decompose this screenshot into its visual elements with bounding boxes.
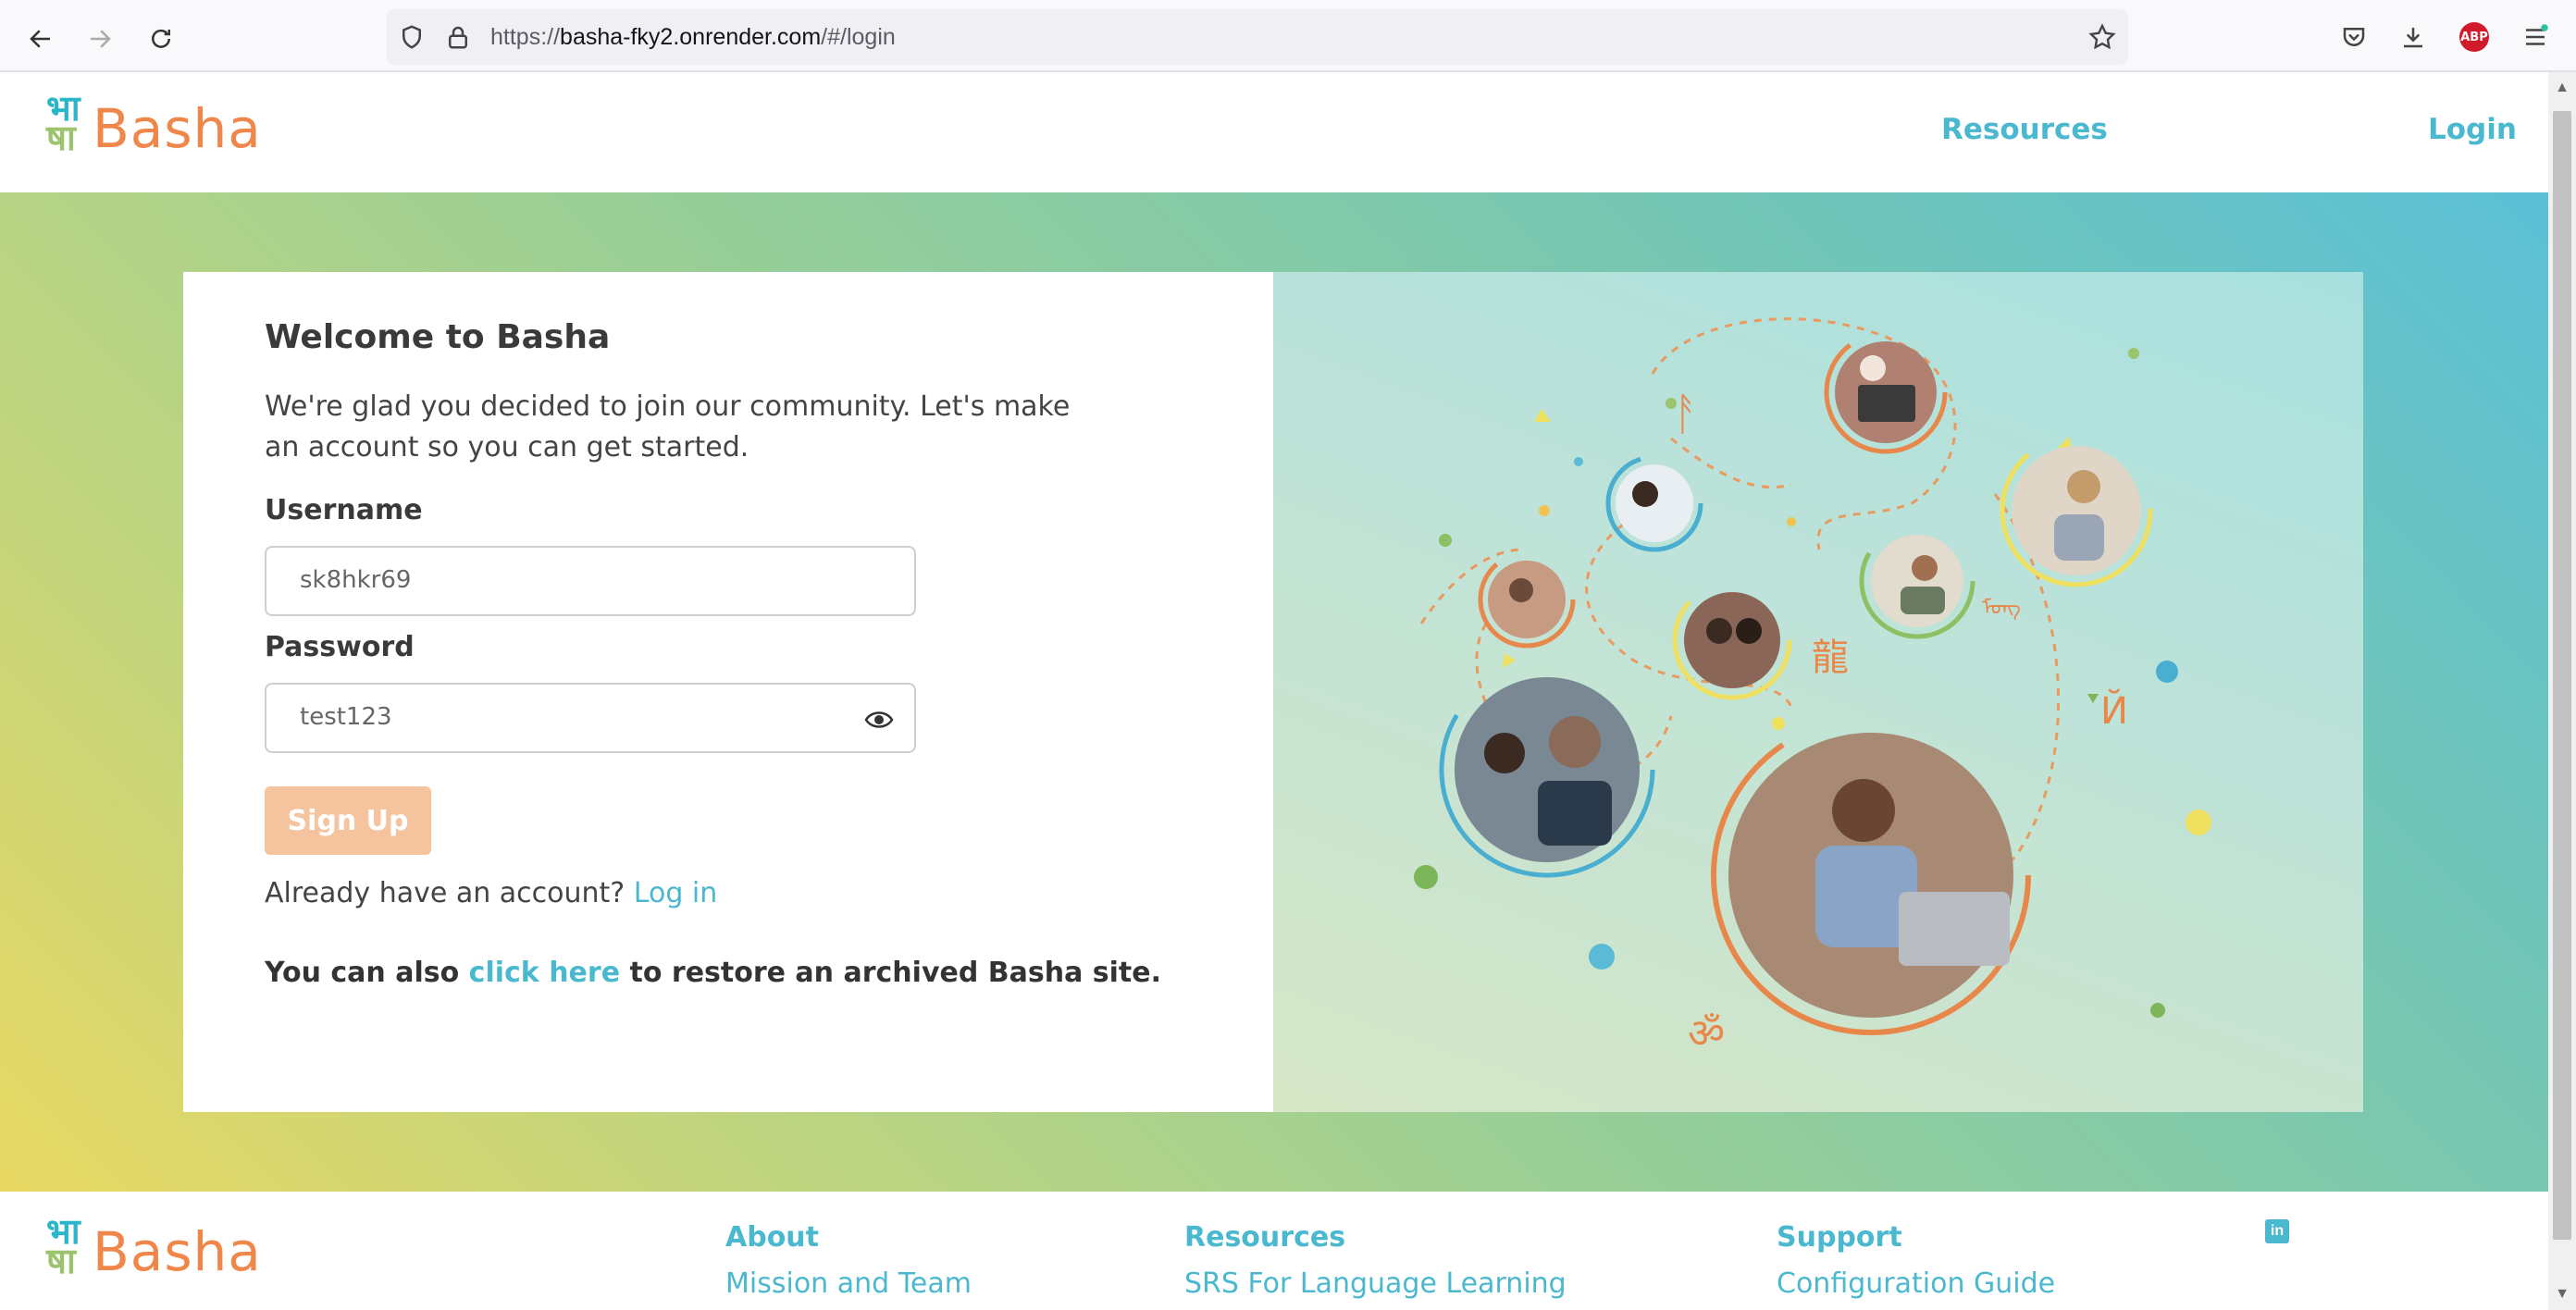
community-illustration: ᚨ 龍 Й ॐ ᠮᠣᠩ — [1414, 317, 2211, 1057]
signup-form-panel: Welcome to Basha We're glad you decided … — [183, 272, 1273, 1112]
photo-circle-top-center — [1824, 330, 1948, 454]
menu-button[interactable] — [2519, 20, 2552, 54]
footer-basha-logo[interactable]: भा षा Basha — [46, 1214, 262, 1279]
footer-support-heading: Support — [1777, 1221, 1902, 1254]
download-icon — [2404, 28, 2422, 48]
page-scrollbar[interactable]: ▲ ▼ — [2548, 72, 2576, 1310]
decor-dot — [1539, 505, 1550, 516]
photo-circle-large-left — [1439, 661, 1655, 878]
url-text[interactable]: https://basha-fky2.onrender.com/#/login — [490, 24, 896, 51]
runic-glyph: ᚨ — [1673, 389, 1700, 440]
back-button[interactable] — [20, 19, 61, 59]
pocket-button[interactable] — [2337, 20, 2371, 54]
photo-circle-top-right — [2000, 434, 2153, 587]
site-footer: भा षा Basha About Mission and Team Resou… — [0, 1192, 2548, 1310]
cyrillic-glyph: Й — [2100, 688, 2128, 733]
chinese-glyph: 龍 — [1812, 636, 1849, 679]
username-label: Username — [265, 494, 423, 526]
basha-logo[interactable]: भा षा Basha — [46, 91, 262, 155]
back-arrow-icon — [30, 30, 50, 48]
nav-login-link[interactable]: Login — [2428, 113, 2517, 146]
footer-mission-link[interactable]: Mission and Team — [725, 1267, 972, 1300]
username-input[interactable] — [300, 566, 818, 594]
nav-resources-link[interactable]: Resources — [1941, 113, 2108, 146]
archive-restore-text: You can also click here to restore an ar… — [265, 957, 1161, 989]
welcome-title: Welcome to Basha — [265, 318, 611, 356]
adblock-icon: ABP — [2459, 22, 2489, 52]
footer-srs-link[interactable]: SRS For Language Learning — [1184, 1267, 1567, 1300]
reload-button[interactable] — [141, 19, 181, 59]
footer-config-guide-link[interactable]: Configuration Guide — [1777, 1267, 2055, 1300]
pocket-icon — [2343, 28, 2365, 46]
site-header: भा षा Basha Resources Login — [0, 72, 2548, 192]
logo-text: Basha — [93, 97, 262, 160]
scroll-down-icon[interactable]: ▼ — [2554, 1286, 2570, 1303]
footer-resources-heading: Resources — [1184, 1221, 1346, 1254]
restore-archive-link[interactable]: click here — [469, 957, 620, 989]
intro-text: We're glad you decided to join our commu… — [265, 390, 1071, 463]
photo-circle-small-left — [1478, 550, 1576, 649]
scrollbar-thumb[interactable] — [2553, 111, 2571, 1240]
password-field[interactable] — [265, 683, 916, 753]
illustration-panel: ᚨ 龍 Й ॐ ᠮᠣᠩ — [1273, 272, 2363, 1112]
forward-button[interactable] — [80, 19, 120, 59]
om-glyph: ॐ — [1688, 1010, 1725, 1057]
password-label: Password — [265, 631, 415, 663]
lock-icon[interactable] — [444, 23, 472, 51]
login-link[interactable]: Log in — [634, 877, 717, 909]
adblock-button[interactable]: ABP — [2458, 20, 2491, 54]
signup-card: Welcome to Basha We're glad you decided … — [183, 272, 2363, 1112]
reload-icon — [152, 29, 170, 48]
shield-icon[interactable] — [398, 23, 426, 51]
photo-circle-large-center — [1711, 715, 2031, 1035]
username-field[interactable] — [265, 546, 916, 616]
footer-logo-text: Basha — [93, 1220, 262, 1283]
bookmark-star-icon[interactable] — [2087, 22, 2117, 52]
address-bar[interactable]: https://basha-fky2.onrender.com/#/login — [387, 9, 2128, 65]
footer-logo-glyph: भा षा — [46, 1211, 80, 1281]
already-account-text: Already have an account? Log in — [265, 877, 718, 909]
linkedin-icon[interactable]: in — [2265, 1219, 2289, 1243]
downloads-button[interactable] — [2396, 20, 2430, 54]
footer-about-heading: About — [725, 1221, 820, 1254]
password-input[interactable] — [300, 703, 818, 731]
forward-arrow-icon — [91, 30, 111, 48]
hamburger-menu-icon — [2526, 24, 2548, 45]
signup-button[interactable]: Sign Up — [265, 786, 431, 855]
scroll-up-icon[interactable]: ▲ — [2554, 80, 2570, 96]
browser-toolbar: https://basha-fky2.onrender.com/#/login … — [0, 0, 2576, 72]
photo-circle-right-middle — [1859, 523, 1975, 639]
logo-glyph: भा षा — [46, 88, 80, 158]
photo-circle-top-left — [1605, 454, 1703, 552]
photo-circle-middle — [1672, 580, 1792, 700]
mongolian-glyph: ᠮᠣᠩ — [1982, 597, 2021, 620]
show-password-eye-icon[interactable] — [864, 707, 894, 733]
